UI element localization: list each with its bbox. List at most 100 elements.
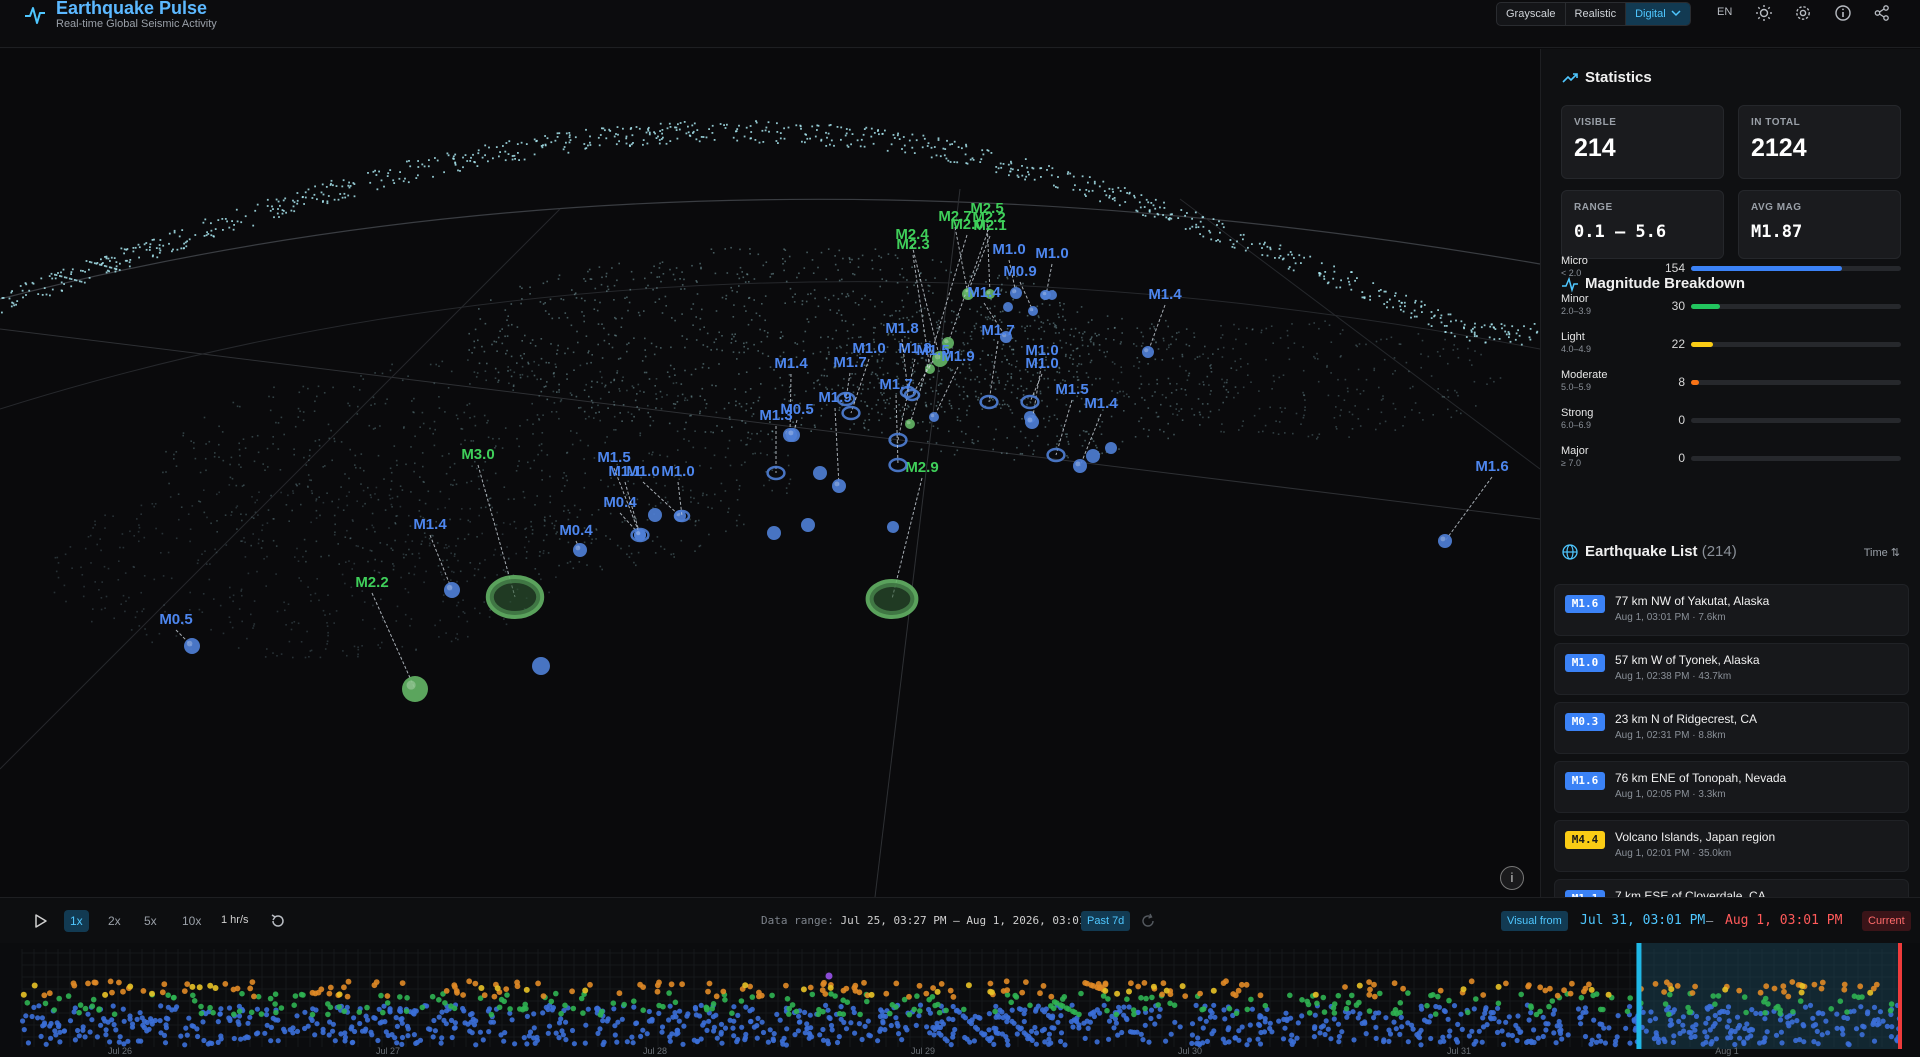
magnitude-label: M1.0 xyxy=(1035,245,1068,262)
magnitude-name: Minor xyxy=(1561,293,1589,305)
earthquake-marker[interactable] xyxy=(648,508,662,522)
gear-icon[interactable] xyxy=(1794,4,1812,22)
earthquake-markers[interactable]: M3.0M2.2M2.9M2.4M2.3M2.7M2.5M2.2M2.0M2.1… xyxy=(159,200,1509,702)
magnitude-count: 154 xyxy=(1664,261,1685,275)
earthquake-0[interactable]: M3.0 xyxy=(461,446,545,619)
sort-time-button[interactable]: Time ⇅ xyxy=(1864,546,1900,559)
earthquake-marker[interactable] xyxy=(801,518,815,532)
mode-realistic-button[interactable]: Realistic xyxy=(1566,3,1627,25)
earthquake-list-item[interactable]: M0.3 23 km N of Ridgecrest, CA Aug 1, 02:3… xyxy=(1554,702,1909,754)
speed-5x-button[interactable]: 5x xyxy=(138,910,163,932)
earthquake-place: 77 km NW of Yakutat, Alaska xyxy=(1615,594,1770,608)
earthquake-marker[interactable] xyxy=(1073,459,1087,473)
speed-2x-button[interactable]: 2x xyxy=(102,910,127,932)
globe-viewport[interactable]: M3.0 M2.2 M2.9 M2.4 M2.3 M2.7 M2.5 M2.2 M2.0 M2.1… xyxy=(0,49,1540,897)
earthquake-2[interactable]: M2.9 xyxy=(865,459,939,619)
magnitude-badge: M1.1 xyxy=(1565,890,1605,897)
attribution-info-button[interactable]: i xyxy=(1500,866,1524,890)
magnitude-bar-track xyxy=(1691,418,1901,423)
sun-icon[interactable] xyxy=(1755,4,1773,22)
earthquake-marker[interactable] xyxy=(1105,442,1117,454)
earthquake-marker[interactable] xyxy=(1142,346,1154,358)
earthquake-marker[interactable] xyxy=(573,543,587,557)
earthquake-33[interactable]: M1.7 xyxy=(979,322,1015,410)
stat-value: 2124 xyxy=(1751,134,1807,162)
earthquake-place: Volcano Islands, Japan region xyxy=(1615,830,1776,844)
earthquake-marker[interactable] xyxy=(444,582,460,598)
earthquake-marker[interactable] xyxy=(184,638,200,654)
earthquake-marker[interactable] xyxy=(887,521,899,533)
land-point-cloud xyxy=(1,120,1539,659)
language-selector[interactable]: EN xyxy=(1717,6,1732,18)
selection-start-handle[interactable] xyxy=(1636,943,1642,1049)
earthquake-list-item[interactable]: M1.1 7 km ESE of Cloverdale, CA xyxy=(1554,879,1909,897)
earthquake-38[interactable]: M1.4 xyxy=(1142,286,1182,358)
latitude-line xyxy=(0,281,1540,410)
earthquake-list-item[interactable]: M1.0 57 km W of Tyonek, Alaska Aug 1, 02:3… xyxy=(1554,643,1909,695)
earthquake-marker[interactable] xyxy=(1041,290,1051,300)
earthquake-12[interactable]: M0.4 xyxy=(559,522,593,557)
earthquake-35[interactable]: M1.0 xyxy=(1020,355,1059,410)
current-button[interactable]: Current xyxy=(1862,911,1911,931)
earthquake-marker[interactable] xyxy=(767,526,781,540)
timeline-chart[interactable]: Jul 26 Jul 27 Jul 28 Jul 29 Jul 30 Jul 31 Aug … xyxy=(0,943,1920,1057)
trend-up-icon xyxy=(1562,73,1578,83)
timeline[interactable]: Jul 26 Jul 27 Jul 28 Jul 29 Jul 30 Jul 31 Aug … xyxy=(0,943,1920,1057)
graticule xyxy=(0,188,1540,897)
reset-icon[interactable] xyxy=(269,912,287,930)
earthquake-marker[interactable] xyxy=(1086,449,1100,463)
earthquake-11[interactable]: M1.4 xyxy=(413,516,460,598)
magnitude-label: M1.7 xyxy=(879,376,912,393)
speed-10x-button[interactable]: 10x xyxy=(176,910,207,932)
mode-digital-dropdown[interactable]: Digital xyxy=(1626,3,1690,25)
speed-1x-button[interactable]: 1x xyxy=(64,910,89,932)
earthquake-marker[interactable] xyxy=(813,466,827,480)
longitude-line xyxy=(1179,198,1540,470)
list-count: (214) xyxy=(1701,543,1737,560)
stat-card-visible: VISIBLE 214 xyxy=(1561,105,1724,179)
stat-label: AVG MAG xyxy=(1751,202,1802,213)
selection-end-handle[interactable] xyxy=(1898,943,1902,1049)
style-mode-switch: Grayscale Realistic Digital xyxy=(1496,2,1691,26)
share-icon[interactable] xyxy=(1873,4,1891,22)
magnitude-badge: M4.4 xyxy=(1565,831,1605,849)
playback-rate[interactable]: 1 hr/s xyxy=(221,914,249,926)
earthquake-list-item[interactable]: M1.6 77 km NW of Yakutat, Alaska Aug 1, 03… xyxy=(1554,584,1909,636)
magnitude-row-major: Major ≥ 7.0 0 xyxy=(1561,445,1901,473)
mode-grayscale-button[interactable]: Grayscale xyxy=(1497,3,1566,25)
refresh-icon[interactable] xyxy=(1139,912,1157,930)
visual-end-time: Aug 1, 03:01 PM xyxy=(1725,913,1843,928)
globe-canvas[interactable]: M3.0M2.2M2.9M2.4M2.3M2.7M2.5M2.2M2.0M2.1… xyxy=(0,49,1540,897)
past-7d-button[interactable]: Past 7d xyxy=(1081,911,1131,931)
earthquake-marker[interactable] xyxy=(1003,302,1013,312)
earthquake-marker[interactable] xyxy=(905,419,915,429)
earthquake-marker[interactable] xyxy=(1028,306,1038,316)
earthquake-marker[interactable] xyxy=(1438,534,1452,548)
earthquake-marker[interactable] xyxy=(786,428,800,442)
earthquake-17[interactable]: M1.0 xyxy=(661,463,695,523)
longitude-line xyxy=(0,208,561,770)
earthquake-marker[interactable] xyxy=(929,412,939,422)
magnitude-name: Major xyxy=(1561,445,1589,457)
earthquake-1[interactable]: M2.2 xyxy=(355,574,428,702)
earthquake-marker[interactable] xyxy=(402,676,428,702)
magnitude-count: 30 xyxy=(1671,299,1685,313)
earthquake-marker[interactable] xyxy=(532,657,550,675)
earthquake-10[interactable]: M0.5 xyxy=(159,611,200,654)
play-icon[interactable] xyxy=(31,912,49,930)
earthquake-marker[interactable] xyxy=(1025,415,1039,429)
stat-card-avg-mag: AVG MAG M1.87 xyxy=(1738,190,1901,259)
magnitude-range: 4.0–4.9 xyxy=(1561,344,1592,354)
earthquake-list-item[interactable]: M4.4 Volcano Islands, Japan region Aug 1, … xyxy=(1554,820,1909,872)
earthquake-list-item[interactable]: M1.6 76 km ENE of Tonopah, Nevada Aug 1, 0… xyxy=(1554,761,1909,813)
magnitude-label: M1.0 xyxy=(852,340,885,357)
earthquake-marker[interactable] xyxy=(1010,287,1022,299)
earthquake-36[interactable]: M1.5 xyxy=(1046,381,1089,463)
marker-highlight xyxy=(1144,348,1149,353)
earthquake-marker[interactable] xyxy=(832,479,846,493)
horizon-arc xyxy=(0,198,1540,300)
earthquake-20[interactable]: M1.3 xyxy=(759,407,793,481)
earthquake-marker[interactable] xyxy=(634,529,646,541)
earthquake-39[interactable]: M1.6 xyxy=(1438,458,1509,548)
info-icon[interactable] xyxy=(1834,4,1852,22)
